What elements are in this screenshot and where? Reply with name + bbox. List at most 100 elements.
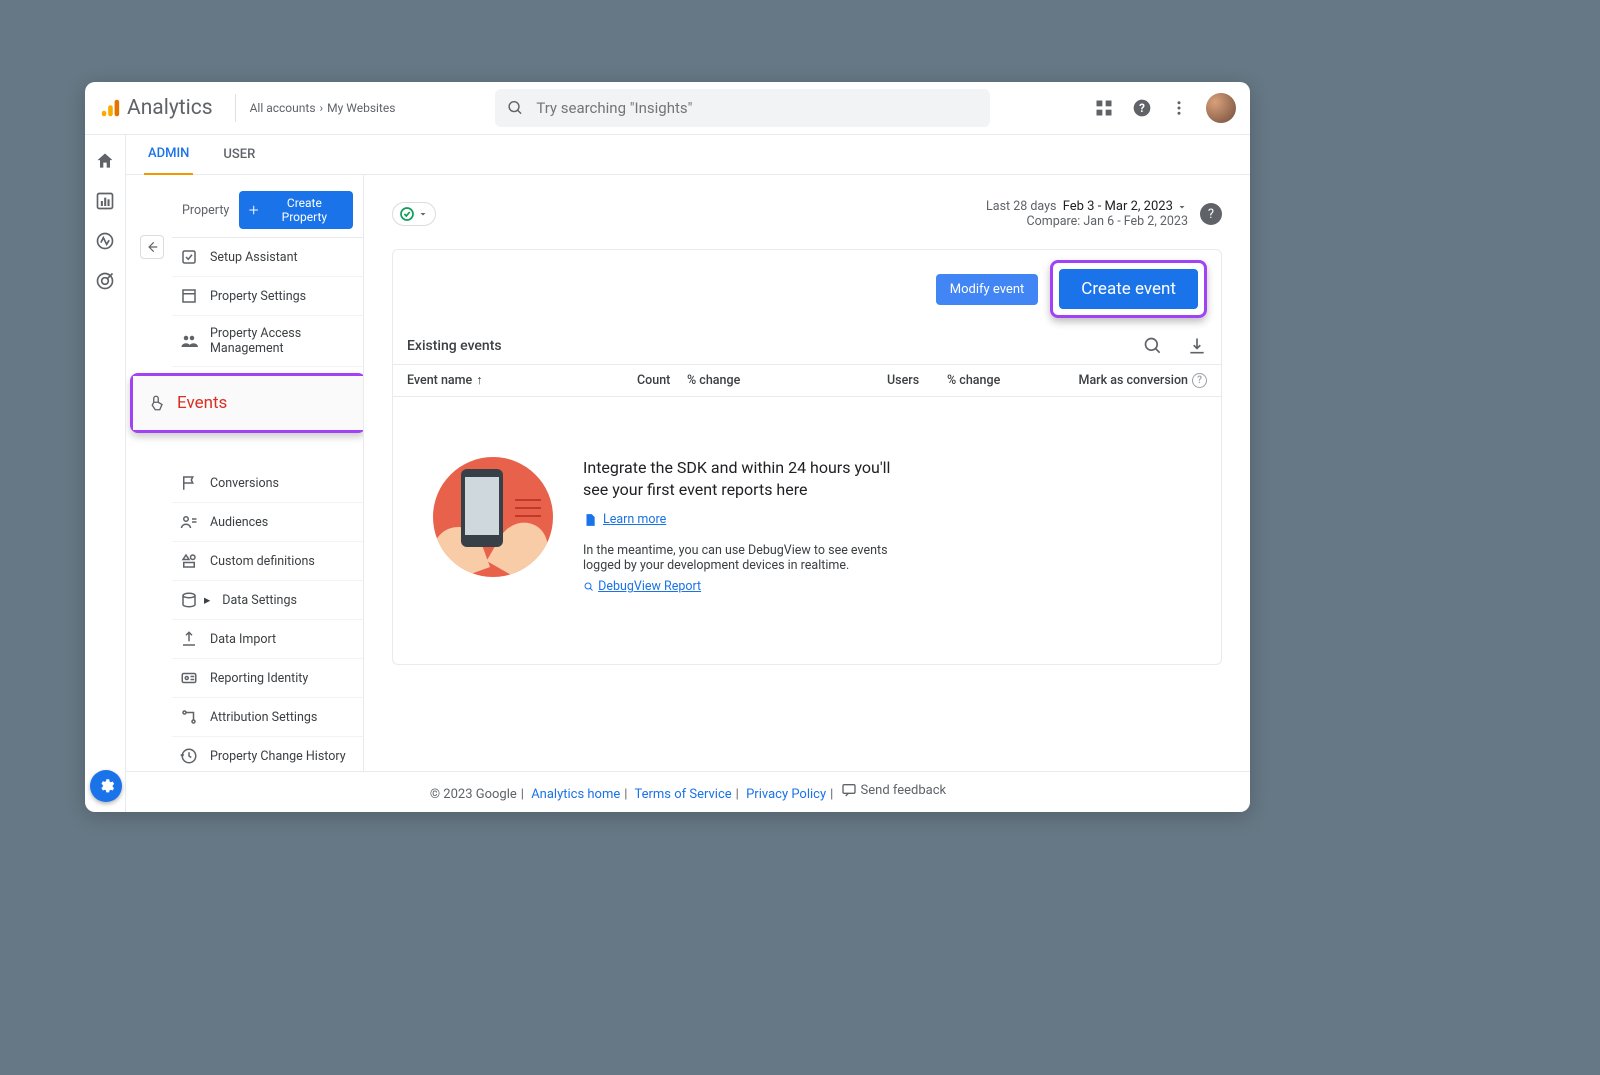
search-input[interactable] [536, 99, 978, 117]
table-search-icon[interactable] [1143, 336, 1163, 356]
admin-gear-button[interactable] [90, 770, 122, 802]
status-chip[interactable] [392, 202, 436, 226]
audience-icon [180, 513, 198, 531]
back-button[interactable] [140, 235, 164, 259]
empty-state-text: Integrate the SDK and within 24 hours yo… [583, 457, 903, 594]
home-icon[interactable] [95, 151, 115, 171]
card-actions: Modify event Create event [393, 250, 1221, 328]
card-title: Existing events [407, 338, 502, 354]
touch-icon [147, 392, 165, 414]
people-icon [180, 332, 198, 350]
events-card: Modify event Create event Existing event… [392, 249, 1222, 665]
checklist-icon [180, 248, 198, 266]
shapes-icon [180, 552, 198, 570]
accounts-label: All accounts [250, 101, 316, 115]
copyright: © 2023 Google [430, 787, 517, 802]
learn-more-link[interactable]: Learn more [603, 512, 666, 527]
sidebar-item-data-settings[interactable]: ▸ Data Settings [172, 581, 363, 620]
date-range: Feb 3 - Mar 2, 2023 [1063, 199, 1173, 214]
send-feedback[interactable]: Send feedback [841, 782, 947, 798]
sidebar-item-change-history[interactable]: Property Change History [172, 737, 363, 771]
database-icon [180, 591, 198, 609]
download-icon[interactable] [1187, 336, 1207, 356]
create-property-button[interactable]: Create Property [239, 191, 353, 229]
debugview-link[interactable]: DebugView Report [598, 579, 701, 594]
avatar[interactable] [1206, 93, 1236, 123]
history-icon [180, 747, 198, 765]
sidebar-item-conversions[interactable]: Conversions [172, 464, 363, 503]
sidebar-label: Data Import [210, 632, 276, 647]
help-small-icon[interactable]: ? [1192, 373, 1207, 388]
property-column: Property Create Property Setup Assistant… [126, 175, 364, 771]
sidebar-label: Custom definitions [210, 554, 315, 569]
more-vert-icon[interactable] [1170, 99, 1188, 117]
attribution-icon [180, 708, 198, 726]
modify-event-button[interactable]: Modify event [936, 274, 1039, 305]
sidebar-item-property-access[interactable]: Property Access Management [172, 316, 363, 367]
product-name: Analytics [127, 96, 213, 120]
explore-icon[interactable] [95, 231, 115, 251]
footer-link-tos[interactable]: Terms of Service [634, 787, 731, 802]
col-change[interactable]: % change [687, 373, 787, 388]
footer: © 2023 Google| Analytics home| Terms of … [126, 771, 1250, 812]
col-mark-conversion[interactable]: Mark as conversion? [1079, 373, 1207, 388]
search-bar[interactable] [495, 89, 990, 127]
gear-icon [97, 777, 115, 795]
account-picker[interactable]: All accounts › My Websites [250, 101, 396, 115]
help-icon[interactable]: ? [1132, 98, 1152, 118]
tab-user[interactable]: USER [219, 135, 259, 174]
app-window: Analytics All accounts › My Websites ? [85, 82, 1250, 812]
sidebar-label: Property Access Management [210, 326, 355, 356]
sidebar-item-property-settings[interactable]: Property Settings [172, 277, 363, 316]
tab-admin[interactable]: ADMIN [144, 134, 193, 176]
empty-heading: Integrate the SDK and within 24 hours yo… [583, 457, 893, 500]
col-users[interactable]: Users [887, 373, 947, 388]
product-logo[interactable]: Analytics [99, 96, 213, 120]
create-event-button[interactable]: Create event [1059, 269, 1198, 309]
sidebar-label: Property Change History [210, 749, 346, 764]
sidebar-item-reporting-identity[interactable]: Reporting Identity [172, 659, 363, 698]
apps-icon[interactable] [1094, 98, 1114, 118]
date-label: Last 28 days [986, 199, 1056, 214]
sidebar-label: Attribution Settings [210, 710, 317, 725]
content-area: ADMIN USER Property Create Property [126, 135, 1250, 812]
magnify-icon [583, 581, 595, 593]
sidebar-item-audiences[interactable]: Audiences [172, 503, 363, 542]
date-range-picker[interactable]: Last 28 days Feb 3 - Mar 2, 2023 Compare… [986, 199, 1188, 229]
breadcrumb-chevron-icon: › [320, 101, 324, 115]
property-label: Property [182, 203, 229, 218]
sidebar-item-attribution[interactable]: Attribution Settings [172, 698, 363, 737]
col-change-2[interactable]: % change [947, 373, 1067, 388]
footer-link-home[interactable]: Analytics home [531, 787, 620, 802]
context-help-button[interactable]: ? [1200, 203, 1222, 225]
sidebar-label: Reporting Identity [210, 671, 308, 686]
sidebar-label: Audiences [210, 515, 268, 530]
admin-body: Property Create Property Setup Assistant… [126, 175, 1250, 771]
empty-state: Integrate the SDK and within 24 hours yo… [393, 397, 1221, 664]
phone-illustration [433, 457, 553, 577]
sidebar-label: Property Settings [210, 289, 306, 304]
advertising-icon[interactable] [95, 271, 115, 291]
col-event-name[interactable]: Event name↑ [407, 373, 637, 388]
date-compare: Compare: Jan 6 - Feb 2, 2023 [986, 214, 1188, 229]
account-name: My Websites [327, 101, 395, 115]
flag-icon [180, 474, 198, 492]
footer-link-privacy[interactable]: Privacy Policy [746, 787, 826, 802]
upload-icon [180, 630, 198, 648]
identity-icon [180, 669, 198, 687]
sidebar-item-custom-definitions[interactable]: Custom definitions [172, 542, 363, 581]
expand-caret-icon: ▸ [204, 592, 210, 608]
property-header: Property Create Property [126, 185, 363, 237]
property-nav-2: Conversions Audiences Custom definitions… [172, 464, 363, 771]
sidebar-item-events[interactable]: Events [133, 376, 363, 430]
sidebar-label: Conversions [210, 476, 279, 491]
col-count[interactable]: Count [637, 373, 687, 388]
table-header: Event name↑ Count % change Users % chang… [393, 365, 1221, 397]
sidebar-label: Events [177, 393, 227, 413]
sidebar-label: Data Settings [222, 593, 297, 608]
reports-icon[interactable] [95, 191, 115, 211]
sidebar-item-data-import[interactable]: Data Import [172, 620, 363, 659]
sidebar-item-setup-assistant[interactable]: Setup Assistant [172, 238, 363, 277]
admin-tabs: ADMIN USER [126, 135, 1250, 175]
create-property-label: Create Property [265, 196, 344, 224]
